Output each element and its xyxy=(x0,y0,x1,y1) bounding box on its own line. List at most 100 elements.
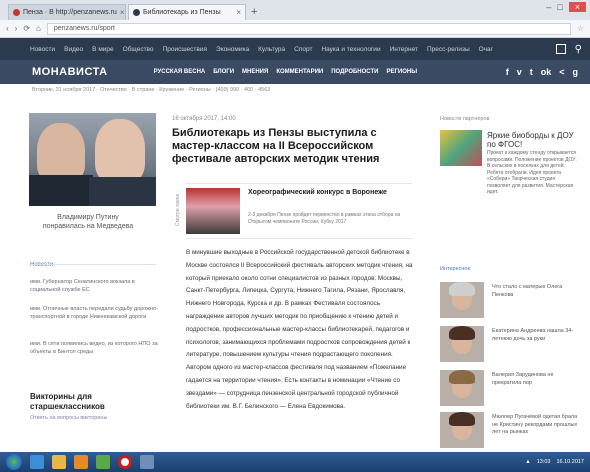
item-thumbnail[interactable] xyxy=(440,412,484,448)
site-nav-item[interactable]: Общество xyxy=(123,46,154,53)
site-nav-item[interactable]: Видео xyxy=(64,46,83,53)
reload-icon[interactable]: ⟳ xyxy=(23,24,30,33)
news-item[interactable]: ими. Губернатор Сенатинского вокзала в с… xyxy=(30,278,158,294)
network-icon[interactable]: ▲ xyxy=(525,459,530,465)
app-icon[interactable] xyxy=(96,455,110,469)
site-nav-item[interactable]: Происшествия xyxy=(163,46,207,53)
related-desc: 2-3 декабря Пензе пройдет первенство в р… xyxy=(248,212,401,225)
clock[interactable]: 13:03 xyxy=(537,459,551,465)
item-title[interactable]: Что стало с матерью Олега Пенкова xyxy=(492,284,580,299)
section-nav-item[interactable]: КОММЕНТАРИИ xyxy=(276,69,323,75)
close-tab-icon[interactable]: × xyxy=(236,8,241,17)
close-tab-icon[interactable]: × xyxy=(120,8,125,17)
twitter-icon[interactable]: t xyxy=(530,67,533,77)
hair xyxy=(449,326,475,340)
bookmark-star-icon[interactable]: ☆ xyxy=(577,24,584,33)
person-2 xyxy=(95,119,145,183)
opera-icon[interactable] xyxy=(118,455,132,469)
item-thumbnail[interactable] xyxy=(440,282,484,318)
site-nav-item[interactable]: Наука и технологии xyxy=(321,46,380,53)
forward-icon[interactable]: › xyxy=(15,24,18,33)
ie-icon[interactable] xyxy=(30,455,44,469)
item-thumbnail[interactable] xyxy=(440,326,484,362)
item-title[interactable]: Валерия Зарудинова не прекратила пор xyxy=(492,372,580,387)
article-date: 16 октября 2017, 14:00 xyxy=(172,116,236,122)
section-nav-item[interactable]: ПОДРОБНОСТИ xyxy=(331,69,378,75)
window-icon[interactable] xyxy=(140,455,154,469)
partner-news-label: Новости партнёров xyxy=(440,116,490,122)
site-nav-item[interactable]: Интернет xyxy=(390,46,418,53)
item-title[interactable]: Мюллер Пугачёвой одетая брала не Кристин… xyxy=(492,414,580,437)
ad-title[interactable]: Яркие биоборды к ДОУ по ФГОС! xyxy=(487,131,577,149)
ok-icon[interactable]: ok xyxy=(541,67,552,77)
interesting-item[interactable]: Валерия Зарудинова не прекратила пор xyxy=(440,370,585,410)
vk-icon[interactable]: v xyxy=(517,67,522,77)
share-icon[interactable]: < xyxy=(559,67,564,77)
related-article[interactable]: Хореографический конкурс в Воронеже 2-3 … xyxy=(186,183,412,239)
tab-article[interactable]: Библиотекарь из Пензы × xyxy=(128,4,246,20)
interesting-item[interactable]: Что стало с матерью Олега Пенкова xyxy=(440,282,585,322)
section-nav: РУССКАЯ ВЕСНА БЛОГИ МНЕНИЯ КОММЕНТАРИИ П… xyxy=(154,69,417,75)
quiz-block-title[interactable]: Викторины для старшеклассников xyxy=(30,392,150,412)
site-favicon-icon xyxy=(133,9,140,16)
item-thumbnail[interactable] xyxy=(440,370,484,406)
news-item[interactable]: ими. В сети появились видео, из которого… xyxy=(30,340,158,356)
close-window-icon[interactable]: × xyxy=(568,2,586,12)
section-nav-item[interactable]: БЛОГИ xyxy=(213,69,234,75)
facebook-icon[interactable]: f xyxy=(506,67,509,77)
section-nav-item[interactable]: РУССКАЯ ВЕСНА xyxy=(154,69,206,75)
search-icon[interactable]: ⚲ xyxy=(575,44,582,55)
interesting-item[interactable]: Мюллер Пугачёвой одетая брала не Кристин… xyxy=(440,412,585,452)
site-nav-item[interactable]: Пресс-релизы xyxy=(427,46,470,53)
section-nav-item[interactable]: РЕГИОНЫ xyxy=(386,69,417,75)
site-nav-item[interactable]: Экономика xyxy=(216,46,249,53)
address-bar: ‹ › ⟳ ⌂ penzanews.ru/sport ☆ xyxy=(0,20,590,38)
brand-bar: МОНАВИСТА РУССКАЯ ВЕСНА БЛОГИ МНЕНИЯ КОМ… xyxy=(0,60,590,84)
breadcrumb: Вторник, 31 ноября 2017 · Отечество · В … xyxy=(32,87,271,93)
back-icon[interactable]: ‹ xyxy=(6,24,9,33)
system-tray: ▲ 13:03 16.10.2017 xyxy=(525,459,584,465)
ad-text: Проект к каждому стенду открывается вопр… xyxy=(487,150,577,195)
interesting-item[interactable]: Екатерина Андреева нашла 34-летнюю дочь … xyxy=(440,326,585,366)
hair xyxy=(449,370,475,384)
see-also-label: Смотри также xyxy=(175,193,181,226)
maximize-icon[interactable]: □ xyxy=(557,2,562,12)
news-header[interactable]: Новости xyxy=(30,262,53,268)
folder-icon[interactable] xyxy=(52,455,66,469)
item-title[interactable]: Екатерина Андреева нашла 34-летнюю дочь … xyxy=(492,328,580,343)
new-tab-button[interactable]: + xyxy=(251,6,257,18)
photo-caption[interactable]: Владимиру Путину понравилась на Медведев… xyxy=(38,213,138,231)
suit-2 xyxy=(89,177,156,206)
opera-favicon-icon xyxy=(13,9,20,16)
minimize-icon[interactable]: ‒ xyxy=(546,2,551,12)
media-player-icon[interactable] xyxy=(74,455,88,469)
social-links: f v t ok < g xyxy=(506,67,578,77)
tablet-icon[interactable] xyxy=(555,44,566,54)
hair xyxy=(449,412,475,426)
tab-label: Библиотекарь из Пензы xyxy=(143,9,221,16)
google-icon[interactable]: g xyxy=(573,67,579,77)
divider xyxy=(30,264,156,265)
home-icon[interactable]: ⌂ xyxy=(36,24,41,33)
interesting-header: Интересное xyxy=(440,266,471,272)
news-photo[interactable] xyxy=(29,113,156,206)
date[interactable]: 16.10.2017 xyxy=(556,459,584,465)
article-body: В минувшие выходные в Российской государ… xyxy=(186,249,413,410)
start-button-icon[interactable] xyxy=(6,454,22,470)
site-nav-item[interactable]: Новости xyxy=(30,46,55,53)
site-logo[interactable]: МОНАВИСТА xyxy=(32,66,108,78)
site-nav-item[interactable]: В мире xyxy=(92,46,113,53)
quiz-block-sub[interactable]: Ответь на вопросы викторины xyxy=(30,415,107,421)
site-nav-item[interactable]: Спорт xyxy=(294,46,312,53)
hair xyxy=(449,282,475,296)
ad-image[interactable] xyxy=(440,130,482,166)
taskbar: ▲ 13:03 16.10.2017 xyxy=(0,452,590,472)
site-nav-item[interactable]: Очаг xyxy=(479,46,493,53)
news-item[interactable]: ими. Отличные власть передали судьбу дор… xyxy=(30,305,158,321)
site-nav-item[interactable]: Культура xyxy=(258,46,285,53)
related-image[interactable] xyxy=(186,188,240,234)
related-title[interactable]: Хореографический конкурс в Воронеже xyxy=(248,188,398,197)
section-nav-item[interactable]: МНЕНИЯ xyxy=(242,69,268,75)
url-input[interactable]: penzanews.ru/sport xyxy=(46,22,571,35)
tab-penza[interactable]: Пенза · В http://penzanews.ru × xyxy=(8,4,126,20)
